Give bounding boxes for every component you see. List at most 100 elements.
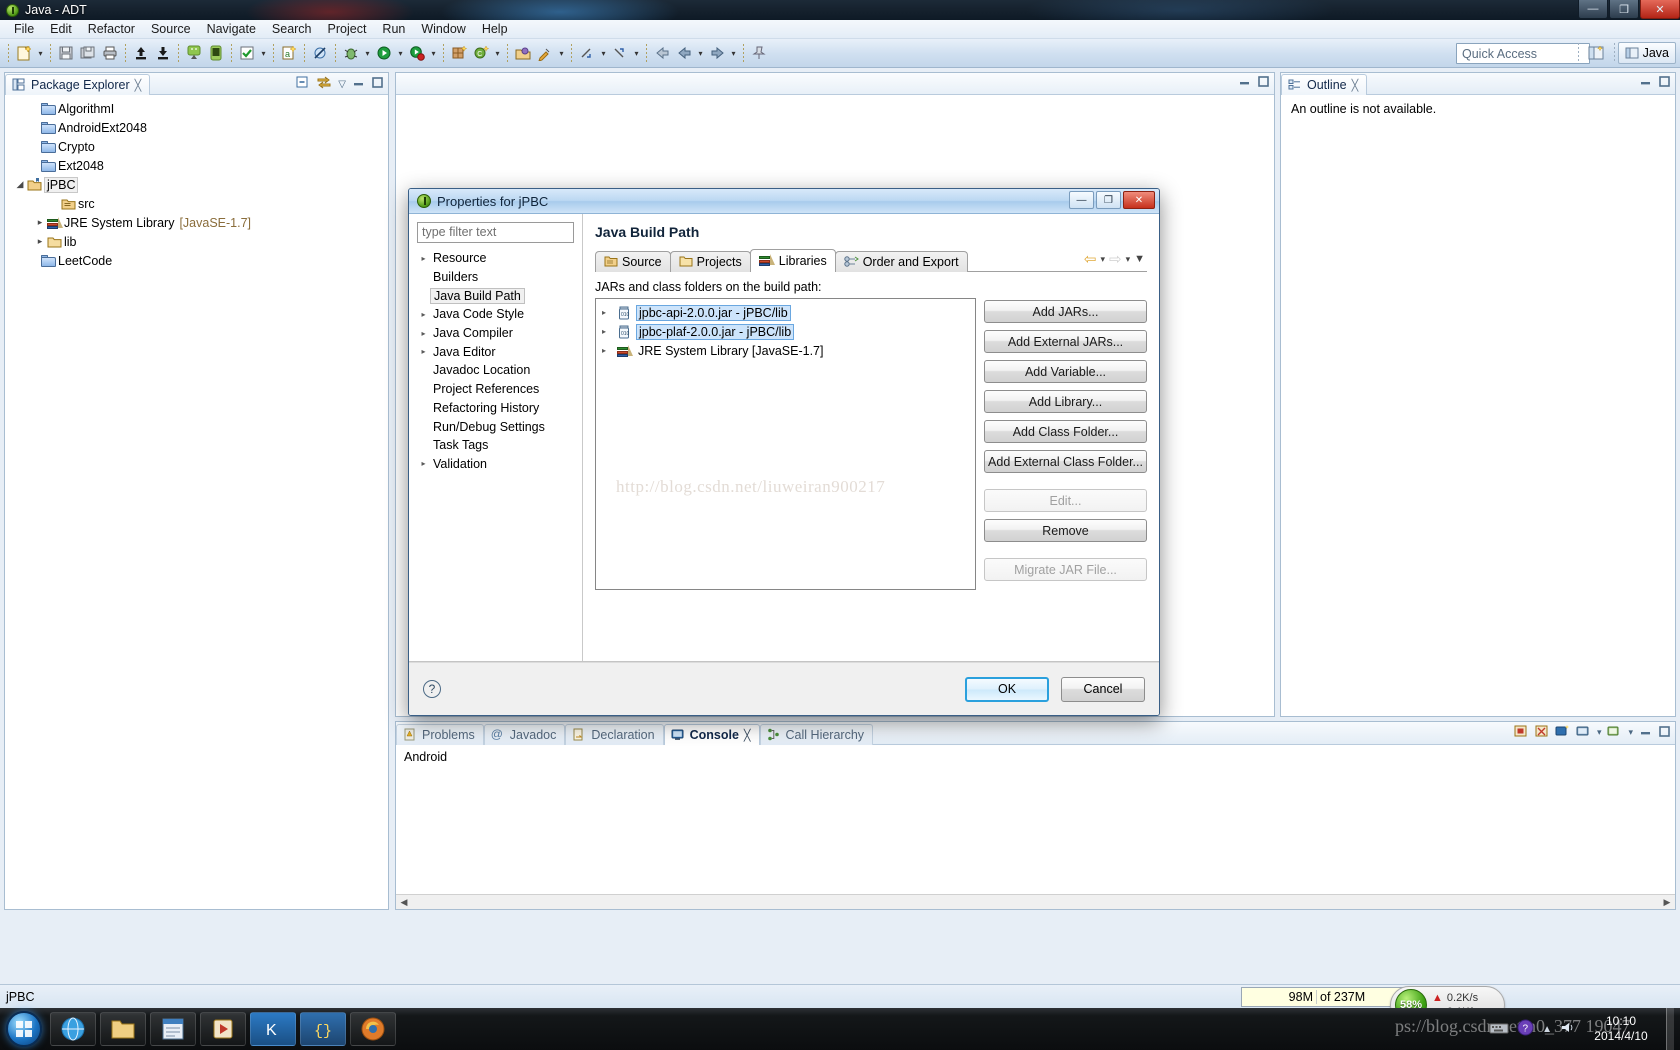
menu-help[interactable]: Help bbox=[474, 21, 516, 37]
menu-search[interactable]: Search bbox=[264, 21, 320, 37]
tab-order-and-export[interactable]: Order and Export bbox=[834, 251, 968, 272]
open-perspective-button[interactable] bbox=[1582, 42, 1611, 64]
add-library-button[interactable]: Add Library... bbox=[984, 390, 1147, 413]
debug-dropdown-icon[interactable]: ▾ bbox=[362, 42, 373, 64]
validate-icon[interactable] bbox=[236, 42, 258, 64]
open-console-icon[interactable] bbox=[1607, 724, 1622, 741]
display-selected-console-icon[interactable] bbox=[1576, 724, 1591, 741]
twisty-icon[interactable]: ▸ bbox=[417, 310, 430, 319]
taskbar-item-editor[interactable] bbox=[150, 1012, 196, 1046]
menu-window[interactable]: Window bbox=[413, 21, 473, 37]
tree-item-lib[interactable]: ▸ lib bbox=[9, 232, 388, 251]
minimize-button[interactable]: — bbox=[1578, 0, 1608, 19]
maximize-icon[interactable] bbox=[371, 76, 384, 92]
tab-projects[interactable]: Projects bbox=[669, 251, 751, 272]
dialog-minimize-button[interactable]: — bbox=[1069, 191, 1094, 209]
menu-navigate[interactable]: Navigate bbox=[199, 21, 264, 37]
volume-icon[interactable] bbox=[1560, 1020, 1576, 1038]
tree-item-androidext2048[interactable]: AndroidExt2048 bbox=[9, 118, 388, 137]
print-icon[interactable] bbox=[99, 42, 121, 64]
maximize-icon[interactable] bbox=[1257, 75, 1270, 91]
tab-package-explorer[interactable]: Package Explorer ╳ bbox=[5, 74, 151, 95]
search-icon[interactable] bbox=[534, 42, 556, 64]
tab-problems[interactable]: Problems bbox=[396, 724, 484, 745]
close-button[interactable]: ✕ bbox=[1640, 0, 1680, 19]
twisty-icon[interactable]: ▸ bbox=[33, 217, 47, 228]
twisty-expanded-icon[interactable]: ◢ bbox=[13, 179, 27, 190]
tree-item-crypto[interactable]: Crypto bbox=[9, 137, 388, 156]
nav-item-task-tags[interactable]: Task Tags bbox=[417, 436, 574, 455]
collapse-all-icon[interactable] bbox=[295, 75, 310, 93]
import-icon[interactable] bbox=[152, 42, 174, 64]
menu-source[interactable]: Source bbox=[143, 21, 199, 37]
scroll-right-icon[interactable]: ▶ bbox=[1659, 897, 1675, 908]
taskbar-item-media[interactable] bbox=[200, 1012, 246, 1046]
new-wizard-icon[interactable] bbox=[13, 42, 35, 64]
twisty-icon[interactable]: ▸ bbox=[33, 236, 47, 247]
new-wizard-dropdown-icon[interactable]: ▾ bbox=[35, 42, 46, 64]
add-class-folder-button[interactable]: Add Class Folder... bbox=[984, 420, 1147, 443]
twisty-icon[interactable]: ▸ bbox=[417, 254, 430, 263]
list-item[interactable]: ▸ 010 jpbc-plaf-2.0.0.jar - jPBC/lib bbox=[596, 322, 975, 341]
maximize-icon[interactable] bbox=[1658, 725, 1671, 741]
tree-item-src[interactable]: src bbox=[9, 194, 388, 213]
list-item[interactable]: ▸ JRE System Library [JavaSE-1.7] bbox=[596, 341, 975, 360]
filter-input[interactable]: type filter text bbox=[417, 222, 574, 243]
nav-item-java-code-style[interactable]: ▸ Java Code Style bbox=[417, 305, 574, 324]
add-jars-button[interactable]: Add JARs... bbox=[984, 300, 1147, 323]
perspective-java-button[interactable]: Java bbox=[1617, 42, 1676, 64]
cancel-button[interactable]: Cancel bbox=[1061, 676, 1145, 702]
forward-dropdown-icon[interactable]: ▾ bbox=[1126, 254, 1131, 265]
coverage-dropdown-icon[interactable]: ▾ bbox=[428, 42, 439, 64]
add-external-class-folder-button[interactable]: Add External Class Folder... bbox=[984, 450, 1147, 473]
maximize-button[interactable]: ❐ bbox=[1609, 0, 1639, 19]
back-dropdown-icon[interactable]: ▾ bbox=[695, 42, 706, 64]
start-button[interactable] bbox=[6, 1011, 42, 1047]
tree-item-jpbc[interactable]: ◢ jPBC bbox=[9, 175, 388, 194]
add-variable-button[interactable]: Add Variable... bbox=[984, 360, 1147, 383]
menu-edit[interactable]: Edit bbox=[42, 21, 80, 37]
nav-item-project-references[interactable]: Project References bbox=[417, 380, 574, 399]
taskbar-item-firefox[interactable] bbox=[350, 1012, 396, 1046]
new-java-class-icon[interactable]: C bbox=[470, 42, 492, 64]
twisty-icon[interactable]: ▸ bbox=[602, 308, 617, 317]
previous-annotation-dropdown-icon[interactable]: ▾ bbox=[631, 42, 642, 64]
maximize-icon[interactable] bbox=[1658, 75, 1671, 91]
tab-libraries[interactable]: Libraries bbox=[749, 249, 836, 272]
view-menu-icon[interactable]: ▽ bbox=[338, 79, 346, 90]
quick-access-input[interactable]: Quick Access bbox=[1456, 43, 1590, 64]
nav-item-builders[interactable]: Builders bbox=[417, 268, 574, 287]
nav-item-refactoring-history[interactable]: Refactoring History bbox=[417, 399, 574, 418]
menu-refactor[interactable]: Refactor bbox=[80, 21, 143, 37]
nav-item-run-debug-settings[interactable]: Run/Debug Settings bbox=[417, 417, 574, 436]
open-type-icon[interactable] bbox=[512, 42, 534, 64]
twisty-icon[interactable]: ▸ bbox=[417, 347, 430, 356]
tree-item-algorithmi[interactable]: AlgorithmI bbox=[9, 99, 388, 118]
new-android-project-icon[interactable]: a bbox=[278, 42, 300, 64]
pin-editor-icon[interactable] bbox=[748, 42, 770, 64]
tab-call-hierarchy[interactable]: Call Hierarchy bbox=[759, 724, 874, 745]
twisty-icon[interactable]: ▸ bbox=[602, 346, 617, 355]
new-java-dropdown-icon[interactable]: ▾ bbox=[492, 42, 503, 64]
next-annotation-icon[interactable] bbox=[576, 42, 598, 64]
run-icon[interactable] bbox=[373, 42, 395, 64]
chevron-down-icon[interactable]: ▾ bbox=[1597, 727, 1602, 738]
twisty-icon[interactable]: ▸ bbox=[602, 327, 617, 336]
tab-outline[interactable]: Outline ╳ bbox=[1281, 74, 1368, 95]
minimize-icon[interactable] bbox=[1238, 75, 1251, 91]
nav-item-javadoc-location[interactable]: Javadoc Location bbox=[417, 361, 574, 380]
close-icon[interactable]: ╳ bbox=[744, 729, 751, 742]
help-icon[interactable]: ? bbox=[423, 680, 441, 698]
tree-item-leetcode[interactable]: LeetCode bbox=[9, 251, 388, 270]
export-icon[interactable] bbox=[130, 42, 152, 64]
back-icon[interactable]: ⇦ bbox=[1084, 250, 1097, 268]
nav-item-resource[interactable]: ▸ Resource bbox=[417, 249, 574, 268]
list-item[interactable]: ▸ 010 jpbc-api-2.0.0.jar - jPBC/lib bbox=[596, 303, 975, 322]
minimize-icon[interactable] bbox=[352, 76, 365, 92]
dialog-close-button[interactable]: ✕ bbox=[1123, 191, 1155, 209]
taskbar-item-explorer[interactable] bbox=[100, 1012, 146, 1046]
run-dropdown-icon[interactable]: ▾ bbox=[395, 42, 406, 64]
back-dropdown-icon[interactable]: ▾ bbox=[1100, 254, 1105, 265]
close-icon[interactable]: ╳ bbox=[1352, 79, 1359, 92]
nav-item-validation[interactable]: ▸ Validation bbox=[417, 455, 574, 474]
